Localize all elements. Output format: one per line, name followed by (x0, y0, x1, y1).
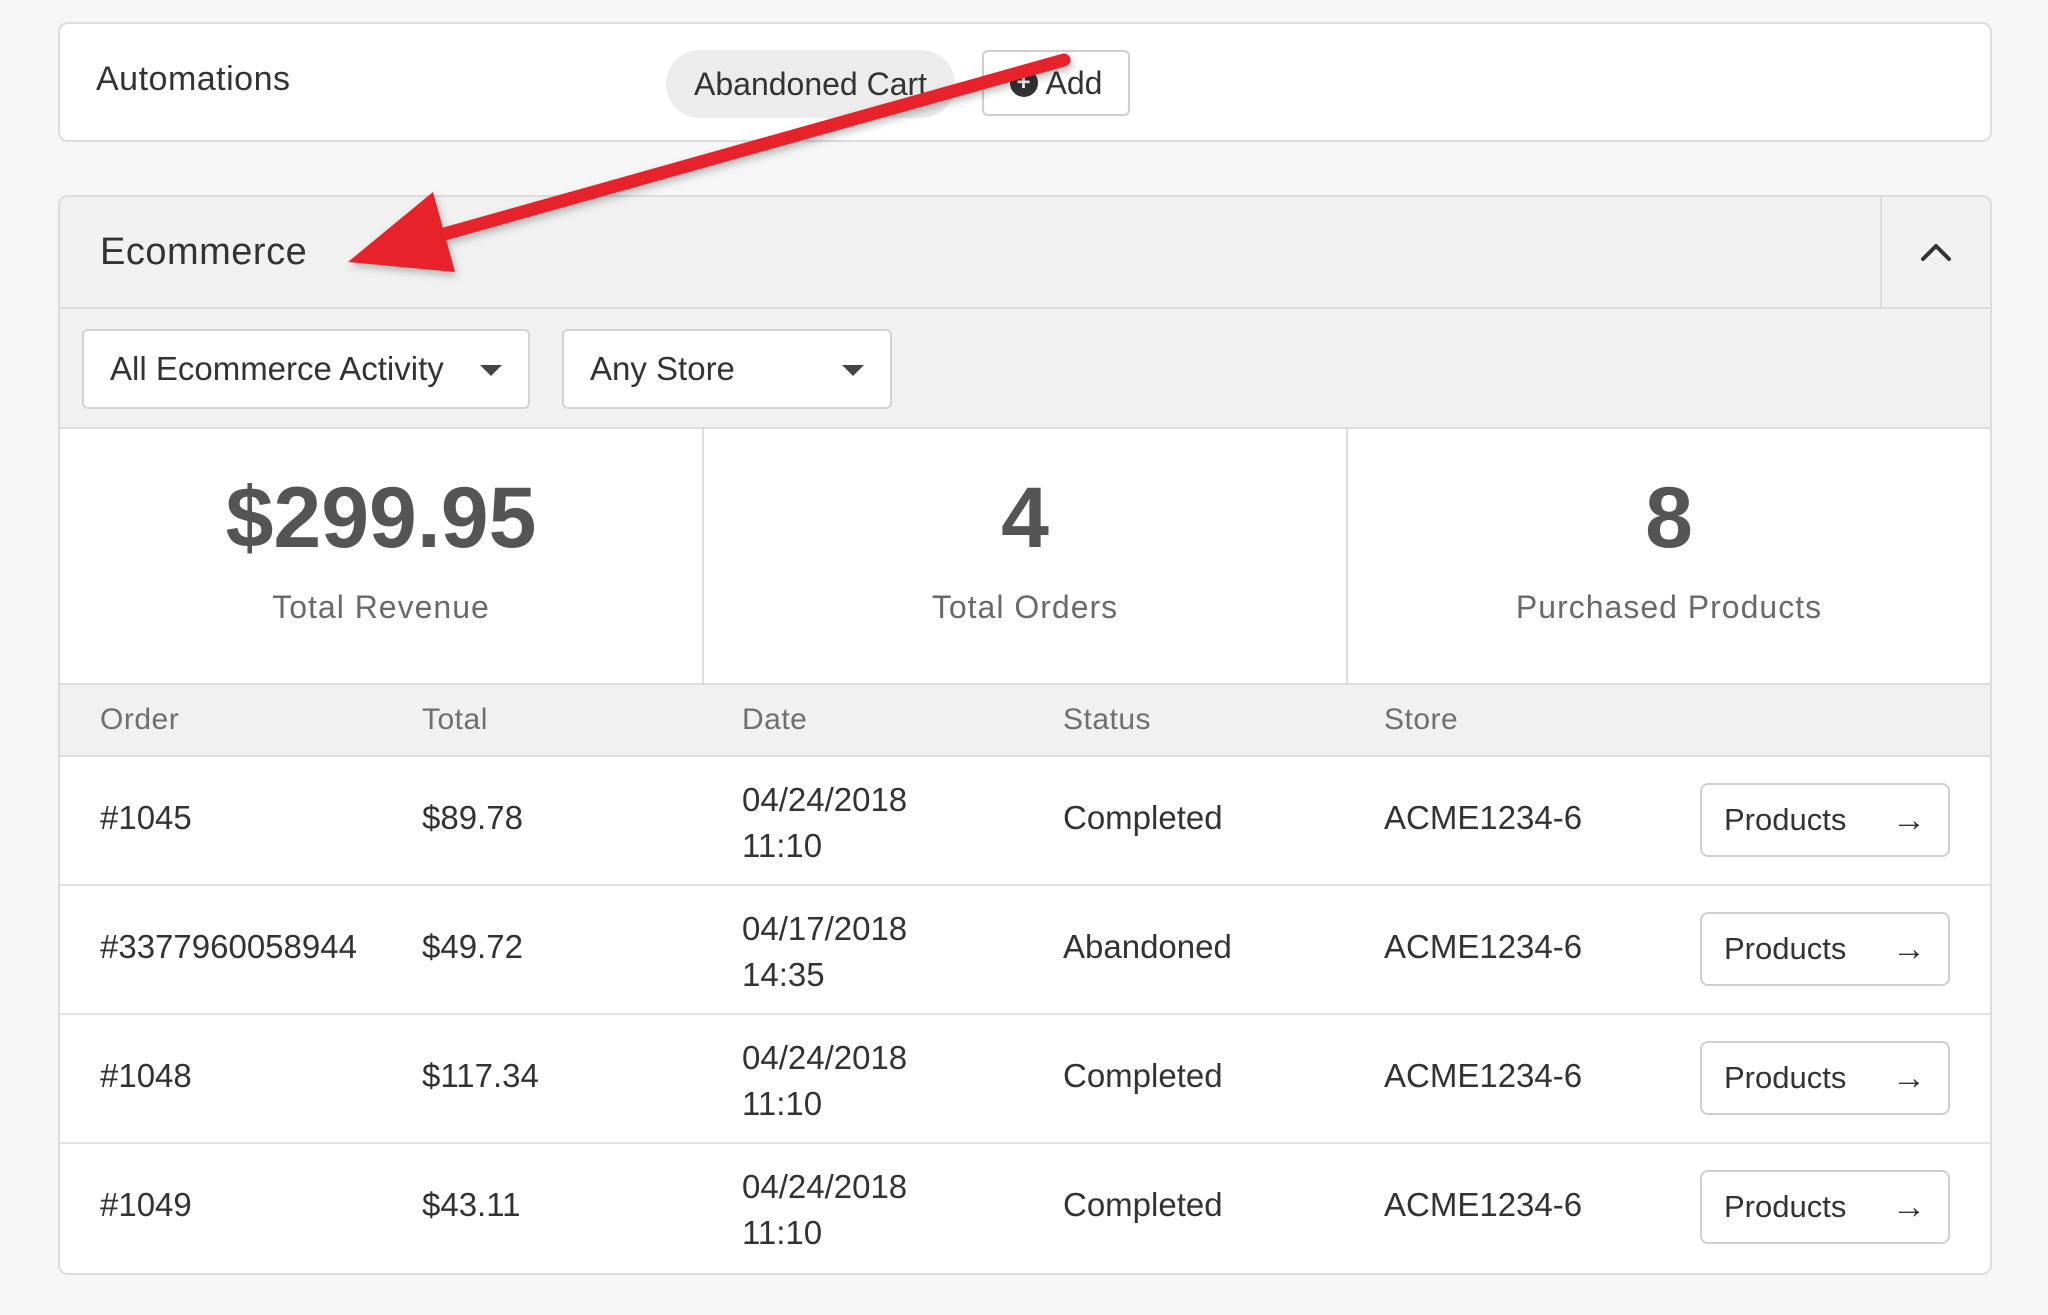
ecommerce-header[interactable]: Ecommerce (60, 197, 1990, 309)
column-header-order: Order (100, 703, 180, 736)
order-id: #1045 (100, 799, 192, 836)
arrow-right-icon: → (1892, 801, 1926, 839)
order-store: ACME1234-6 (1384, 1057, 1583, 1094)
order-date-day: 04/24/2018 (742, 781, 908, 818)
order-store: ACME1234-6 (1384, 928, 1583, 965)
products-button-label: Products (1724, 802, 1847, 837)
order-status: Completed (1063, 799, 1223, 836)
order-store: ACME1234-6 (1384, 799, 1583, 836)
automation-chip-abandoned-cart[interactable]: Abandoned Cart (666, 50, 956, 118)
activity-filter-select[interactable]: All Ecommerce Activity (82, 329, 530, 409)
stat-purchased-products: 8 Purchased Products (1348, 429, 1990, 683)
order-total: $89.78 (422, 799, 523, 836)
order-date-day: 04/17/2018 (742, 910, 908, 947)
arrow-right-icon: → (1892, 1188, 1926, 1226)
products-button[interactable]: Products → (1700, 783, 1950, 857)
add-automation-button[interactable]: + Add (982, 50, 1130, 116)
order-id: #1049 (100, 1186, 192, 1223)
order-status: Abandoned (1063, 928, 1232, 965)
ecommerce-title: Ecommerce (100, 231, 308, 273)
store-filter-select[interactable]: Any Store (562, 329, 892, 409)
stat-value: 8 (1645, 470, 1693, 566)
table-header: Order Total Date Status Store (60, 685, 1990, 757)
order-status: Completed (1063, 1186, 1223, 1223)
store-filter-value: Any Store (590, 350, 735, 387)
table-row: #3377960058944 $49.72 04/17/2018 14:35 Ab… (60, 886, 1990, 1015)
table-row: #1049 $43.11 04/24/2018 11:10 Completed A… (60, 1144, 1990, 1273)
products-button-label: Products (1724, 931, 1847, 966)
table-row: #1048 $117.34 04/24/2018 11:10 Completed … (60, 1015, 1990, 1144)
automations-panel: Automations Abandoned Cart + Add (58, 22, 1992, 142)
arrow-right-icon: → (1892, 1059, 1926, 1097)
order-status: Completed (1063, 1057, 1223, 1094)
order-date-day: 04/24/2018 (742, 1039, 908, 1076)
column-header-store: Store (1384, 703, 1459, 736)
order-date-time: 14:35 (742, 956, 825, 993)
order-total: $43.11 (422, 1186, 521, 1223)
order-date: 04/17/2018 14:35 (742, 906, 962, 998)
stat-label: Total Orders (931, 589, 1119, 625)
caret-down-icon (480, 365, 502, 376)
order-total: $117.34 (422, 1057, 539, 1094)
stat-label: Purchased Products (1515, 589, 1823, 625)
order-date-time: 11:10 (742, 1085, 823, 1122)
ecommerce-panel: Ecommerce All Ecommerce Activity Any Sto… (58, 195, 1992, 1275)
stat-total-revenue: $299.95 Total Revenue (60, 429, 704, 683)
stat-total-orders: 4 Total Orders (704, 429, 1348, 683)
products-button-label: Products (1724, 1189, 1847, 1224)
stats-row: $299.95 Total Revenue 4 Total Orders 8 P… (60, 429, 1990, 685)
order-date-time: 11:10 (742, 1214, 823, 1251)
column-header-total: Total (422, 703, 488, 736)
stat-value: 4 (1001, 470, 1049, 566)
arrow-right-icon: → (1892, 930, 1926, 968)
automations-label: Automations (96, 60, 291, 98)
stat-label: Total Revenue (272, 589, 490, 625)
order-date-day: 04/24/2018 (742, 1168, 908, 1205)
stat-value: $299.95 (225, 470, 537, 566)
caret-down-icon (842, 365, 864, 376)
order-store: ACME1234-6 (1384, 1186, 1583, 1223)
order-id: #1048 (100, 1057, 192, 1094)
products-button-label: Products (1724, 1060, 1847, 1095)
activity-filter-value: All Ecommerce Activity (110, 350, 444, 387)
products-button[interactable]: Products → (1700, 1170, 1950, 1244)
order-id: #3377960058944 (100, 928, 357, 965)
order-date: 04/24/2018 11:10 (742, 777, 962, 869)
order-date: 04/24/2018 11:10 (742, 1035, 962, 1127)
filters-bar: All Ecommerce Activity Any Store (60, 309, 1990, 429)
order-date-time: 11:10 (742, 827, 823, 864)
collapse-button[interactable] (1880, 197, 1990, 307)
chevron-up-icon (1921, 244, 1951, 261)
products-button[interactable]: Products → (1700, 1041, 1950, 1115)
column-header-status: Status (1063, 703, 1152, 736)
column-header-date: Date (742, 703, 808, 736)
plus-circle-icon: + (1009, 69, 1038, 97)
table-row: #1045 $89.78 04/24/2018 11:10 Completed A… (60, 757, 1990, 886)
products-button[interactable]: Products → (1700, 912, 1950, 986)
add-button-label: Add (1045, 64, 1103, 101)
order-total: $49.72 (422, 928, 523, 965)
order-date: 04/24/2018 11:10 (742, 1164, 962, 1256)
